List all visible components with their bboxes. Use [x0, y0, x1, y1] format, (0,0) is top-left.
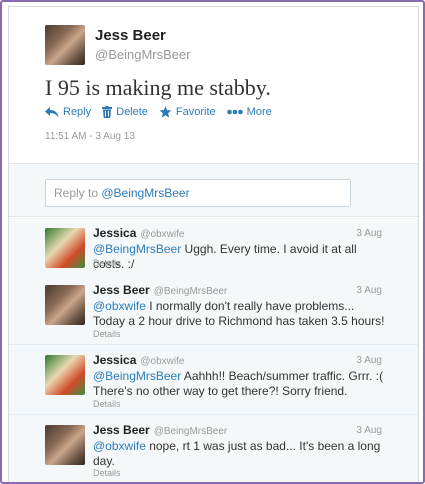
reply-item[interactable]: Jess Beer @BeingMrsBeer 3 Aug @obxwife I …: [9, 275, 418, 345]
reply-date[interactable]: 3 Aug: [356, 425, 382, 436]
reply-author-handle: @BeingMrsBeer: [153, 286, 228, 297]
favorite-button[interactable]: Favorite: [159, 106, 216, 118]
avatar[interactable]: [45, 285, 85, 325]
reply-author[interactable]: Jessica @obxwife: [93, 353, 184, 367]
delete-label: Delete: [116, 106, 148, 118]
reply-author-handle: @obxwife: [140, 356, 185, 367]
reply-text: @BeingMrsBeer Aahhh!! Beach/summer traff…: [93, 369, 385, 399]
reply-item[interactable]: Jessica @obxwife 3 Aug @BeingMrsBeer Aahh…: [9, 345, 418, 415]
reply-date[interactable]: 3 Aug: [356, 285, 382, 296]
trash-icon: [102, 106, 113, 118]
reply-date[interactable]: 3 Aug: [356, 228, 382, 239]
tweet-timestamp[interactable]: 11:51 AM - 3 Aug 13: [45, 131, 135, 142]
author-handle[interactable]: @BeingMrsBeer: [95, 47, 191, 62]
reply-input[interactable]: Reply to @BeingMrsBeer: [45, 179, 351, 207]
more-label: More: [246, 106, 272, 118]
reply-bar: Reply to @BeingMrsBeer: [9, 163, 418, 217]
details-link[interactable]: Details: [93, 399, 121, 409]
tweet-actions: Reply Delete Favorite More: [45, 104, 283, 120]
reply-text: @obxwife I normally don't really have pr…: [93, 299, 385, 329]
reply-author-name: Jessica: [93, 353, 137, 367]
favorite-label: Favorite: [175, 106, 216, 118]
more-button[interactable]: More: [226, 106, 272, 118]
reply-input-mention: @BeingMrsBeer: [101, 186, 190, 200]
reply-author[interactable]: Jess Beer @BeingMrsBeer: [93, 423, 227, 437]
reply-button[interactable]: Reply: [45, 106, 91, 118]
reply-author-name: Jess Beer: [93, 423, 150, 437]
reply-author-name: Jessica: [93, 226, 137, 240]
avatar[interactable]: [45, 228, 85, 268]
reply-text: @BeingMrsBeer Uggh. Every time. I avoid …: [93, 242, 385, 272]
reply-author[interactable]: Jess Beer @BeingMrsBeer: [93, 283, 227, 297]
reply-author[interactable]: Jessica @obxwife: [93, 226, 184, 240]
reply-item[interactable]: Jess Beer @BeingMrsBeer 3 Aug @obxwife no…: [9, 415, 418, 482]
reply-text: @obxwife nope, rt 1 was just as bad... I…: [93, 439, 385, 469]
avatar[interactable]: [45, 355, 85, 395]
tweet-panel: Jess Beer @BeingMrsBeer I 95 is making m…: [8, 6, 419, 482]
mention-link[interactable]: @BeingMrsBeer: [93, 369, 181, 383]
reply-label: Reply: [63, 106, 92, 118]
author-name[interactable]: Jess Beer: [95, 27, 166, 44]
mention-link[interactable]: @BeingMrsBeer: [93, 242, 181, 256]
reply-author-handle: @BeingMrsBeer: [153, 426, 228, 437]
avatar[interactable]: [45, 425, 85, 465]
details-link[interactable]: Details: [93, 468, 121, 478]
reply-author-name: Jess Beer: [93, 283, 150, 297]
delete-button[interactable]: Delete: [102, 106, 148, 118]
mention-link[interactable]: @obxwife: [93, 299, 146, 313]
details-link[interactable]: Details: [93, 329, 121, 339]
tweet-text: I 95 is making me stabby.: [45, 75, 271, 100]
reply-icon: [45, 106, 59, 117]
avatar[interactable]: [45, 25, 85, 65]
reply-date[interactable]: 3 Aug: [356, 355, 382, 366]
details-link[interactable]: Details: [93, 258, 121, 268]
window-frame: Jess Beer @BeingMrsBeer I 95 is making m…: [0, 0, 425, 484]
main-tweet: Jess Beer @BeingMrsBeer I 95 is making m…: [9, 7, 418, 162]
reply-author-handle: @obxwife: [140, 229, 185, 240]
more-dots-icon: [226, 109, 243, 115]
reply-input-prefix: Reply to: [54, 186, 102, 200]
mention-link[interactable]: @obxwife: [93, 439, 146, 453]
star-icon: [159, 106, 172, 118]
